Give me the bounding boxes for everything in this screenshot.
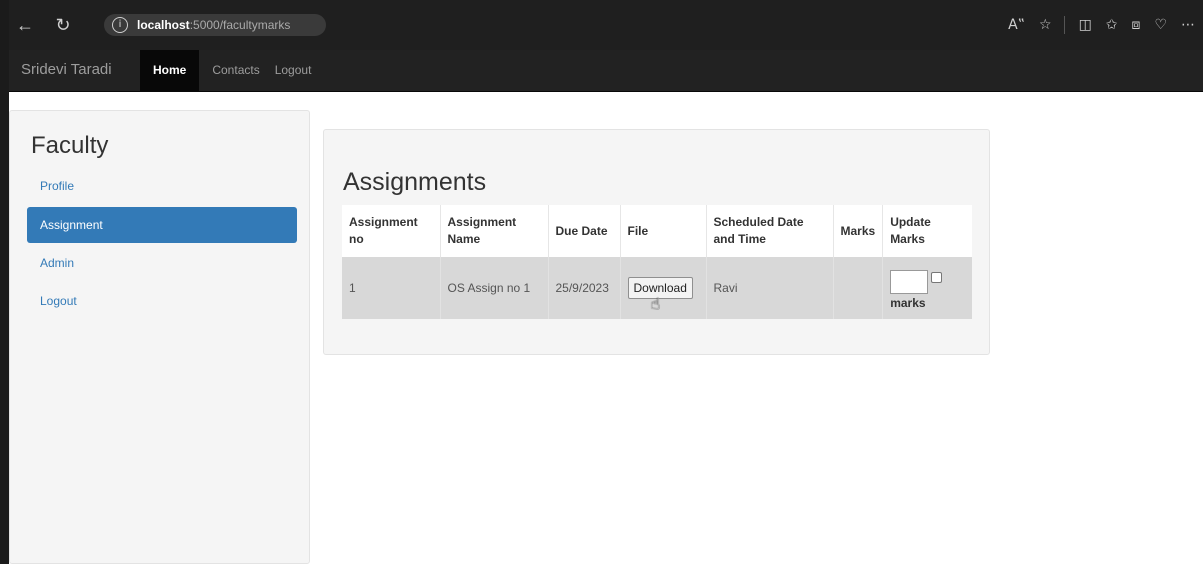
cell-marks: [833, 257, 884, 319]
window-edge: [0, 0, 9, 564]
download-button[interactable]: Download ☝: [627, 277, 693, 313]
table-row: 1 OS Assign no 1 25/9/2023 Download ☝ Ra…: [342, 257, 972, 319]
sidebar: Faculty Profile Assignment Admin Logout: [9, 110, 310, 564]
favorite-icon[interactable]: ☆: [1039, 17, 1052, 33]
cell-scheduled: Ravi: [706, 257, 834, 319]
nav-logout[interactable]: Logout: [273, 50, 325, 91]
sidebar-item-admin[interactable]: Admin: [27, 245, 297, 281]
more-icon[interactable]: ⋯: [1181, 17, 1195, 33]
app-navbar: Sridevi Taradi Home Contacts Logout: [9, 50, 1203, 92]
cell-file: Download ☝: [620, 257, 707, 319]
health-icon[interactable]: ♡: [1154, 17, 1167, 33]
cell-due-date: 25/9/2023: [548, 257, 621, 319]
hand-cursor-icon: ☝: [650, 294, 661, 313]
header-assignment-no: Assignment no: [342, 205, 441, 257]
sidebar-item-profile[interactable]: Profile: [27, 168, 297, 204]
browser-actions: A‟ ☆ ◫ ✩ ⧈ ♡ ⋯: [994, 0, 1195, 50]
info-icon[interactable]: i: [112, 17, 128, 33]
table-header-row: Assignment no Assignment Name Due Date Fil…: [342, 205, 972, 257]
collections-icon[interactable]: ⧈: [1132, 17, 1141, 33]
url-host: localhost: [137, 18, 190, 32]
header-file: File: [620, 205, 707, 257]
assignments-panel: Assignments Assignment no Assignment Name …: [323, 129, 990, 355]
marks-label: marks: [890, 296, 926, 310]
assignments-table: Assignment no Assignment Name Due Date Fil…: [342, 205, 972, 319]
brand-name[interactable]: Sridevi Taradi: [9, 50, 140, 91]
sidebar-item-logout[interactable]: Logout: [27, 283, 297, 319]
nav-contacts[interactable]: Contacts: [199, 50, 272, 91]
browser-toolbar: ← ↻ i localhost:5000/facultymarks A‟ ☆ ◫…: [9, 0, 1203, 50]
nav-home[interactable]: Home: [140, 50, 200, 91]
back-icon[interactable]: ←: [11, 0, 39, 50]
favorites-list-icon[interactable]: ✩: [1106, 17, 1118, 33]
sidebar-item-assignment[interactable]: Assignment: [27, 207, 297, 243]
split-screen-icon[interactable]: ◫: [1079, 17, 1092, 33]
refresh-icon[interactable]: ↻: [49, 0, 77, 50]
header-assignment-name: Assignment Name: [440, 205, 549, 257]
cell-update-marks: marks: [882, 257, 972, 319]
toolbar-divider: [1063, 16, 1065, 34]
url-path: :5000/facultymarks: [189, 18, 291, 32]
sidebar-title: Faculty: [31, 132, 109, 159]
header-scheduled: Scheduled Date and Time: [706, 205, 834, 257]
marks-checkbox[interactable]: [931, 272, 943, 283]
header-update-marks: Update Marks: [882, 205, 972, 257]
cell-assignment-no: 1: [342, 257, 441, 319]
address-bar[interactable]: i localhost:5000/facultymarks: [104, 14, 326, 36]
header-due-date: Due Date: [548, 205, 621, 257]
marks-input[interactable]: [890, 270, 929, 294]
read-aloud-icon[interactable]: A‟: [1008, 17, 1025, 33]
cell-assignment-name: OS Assign no 1: [440, 257, 549, 319]
page-title: Assignments: [343, 168, 487, 196]
header-marks: Marks: [833, 205, 884, 257]
